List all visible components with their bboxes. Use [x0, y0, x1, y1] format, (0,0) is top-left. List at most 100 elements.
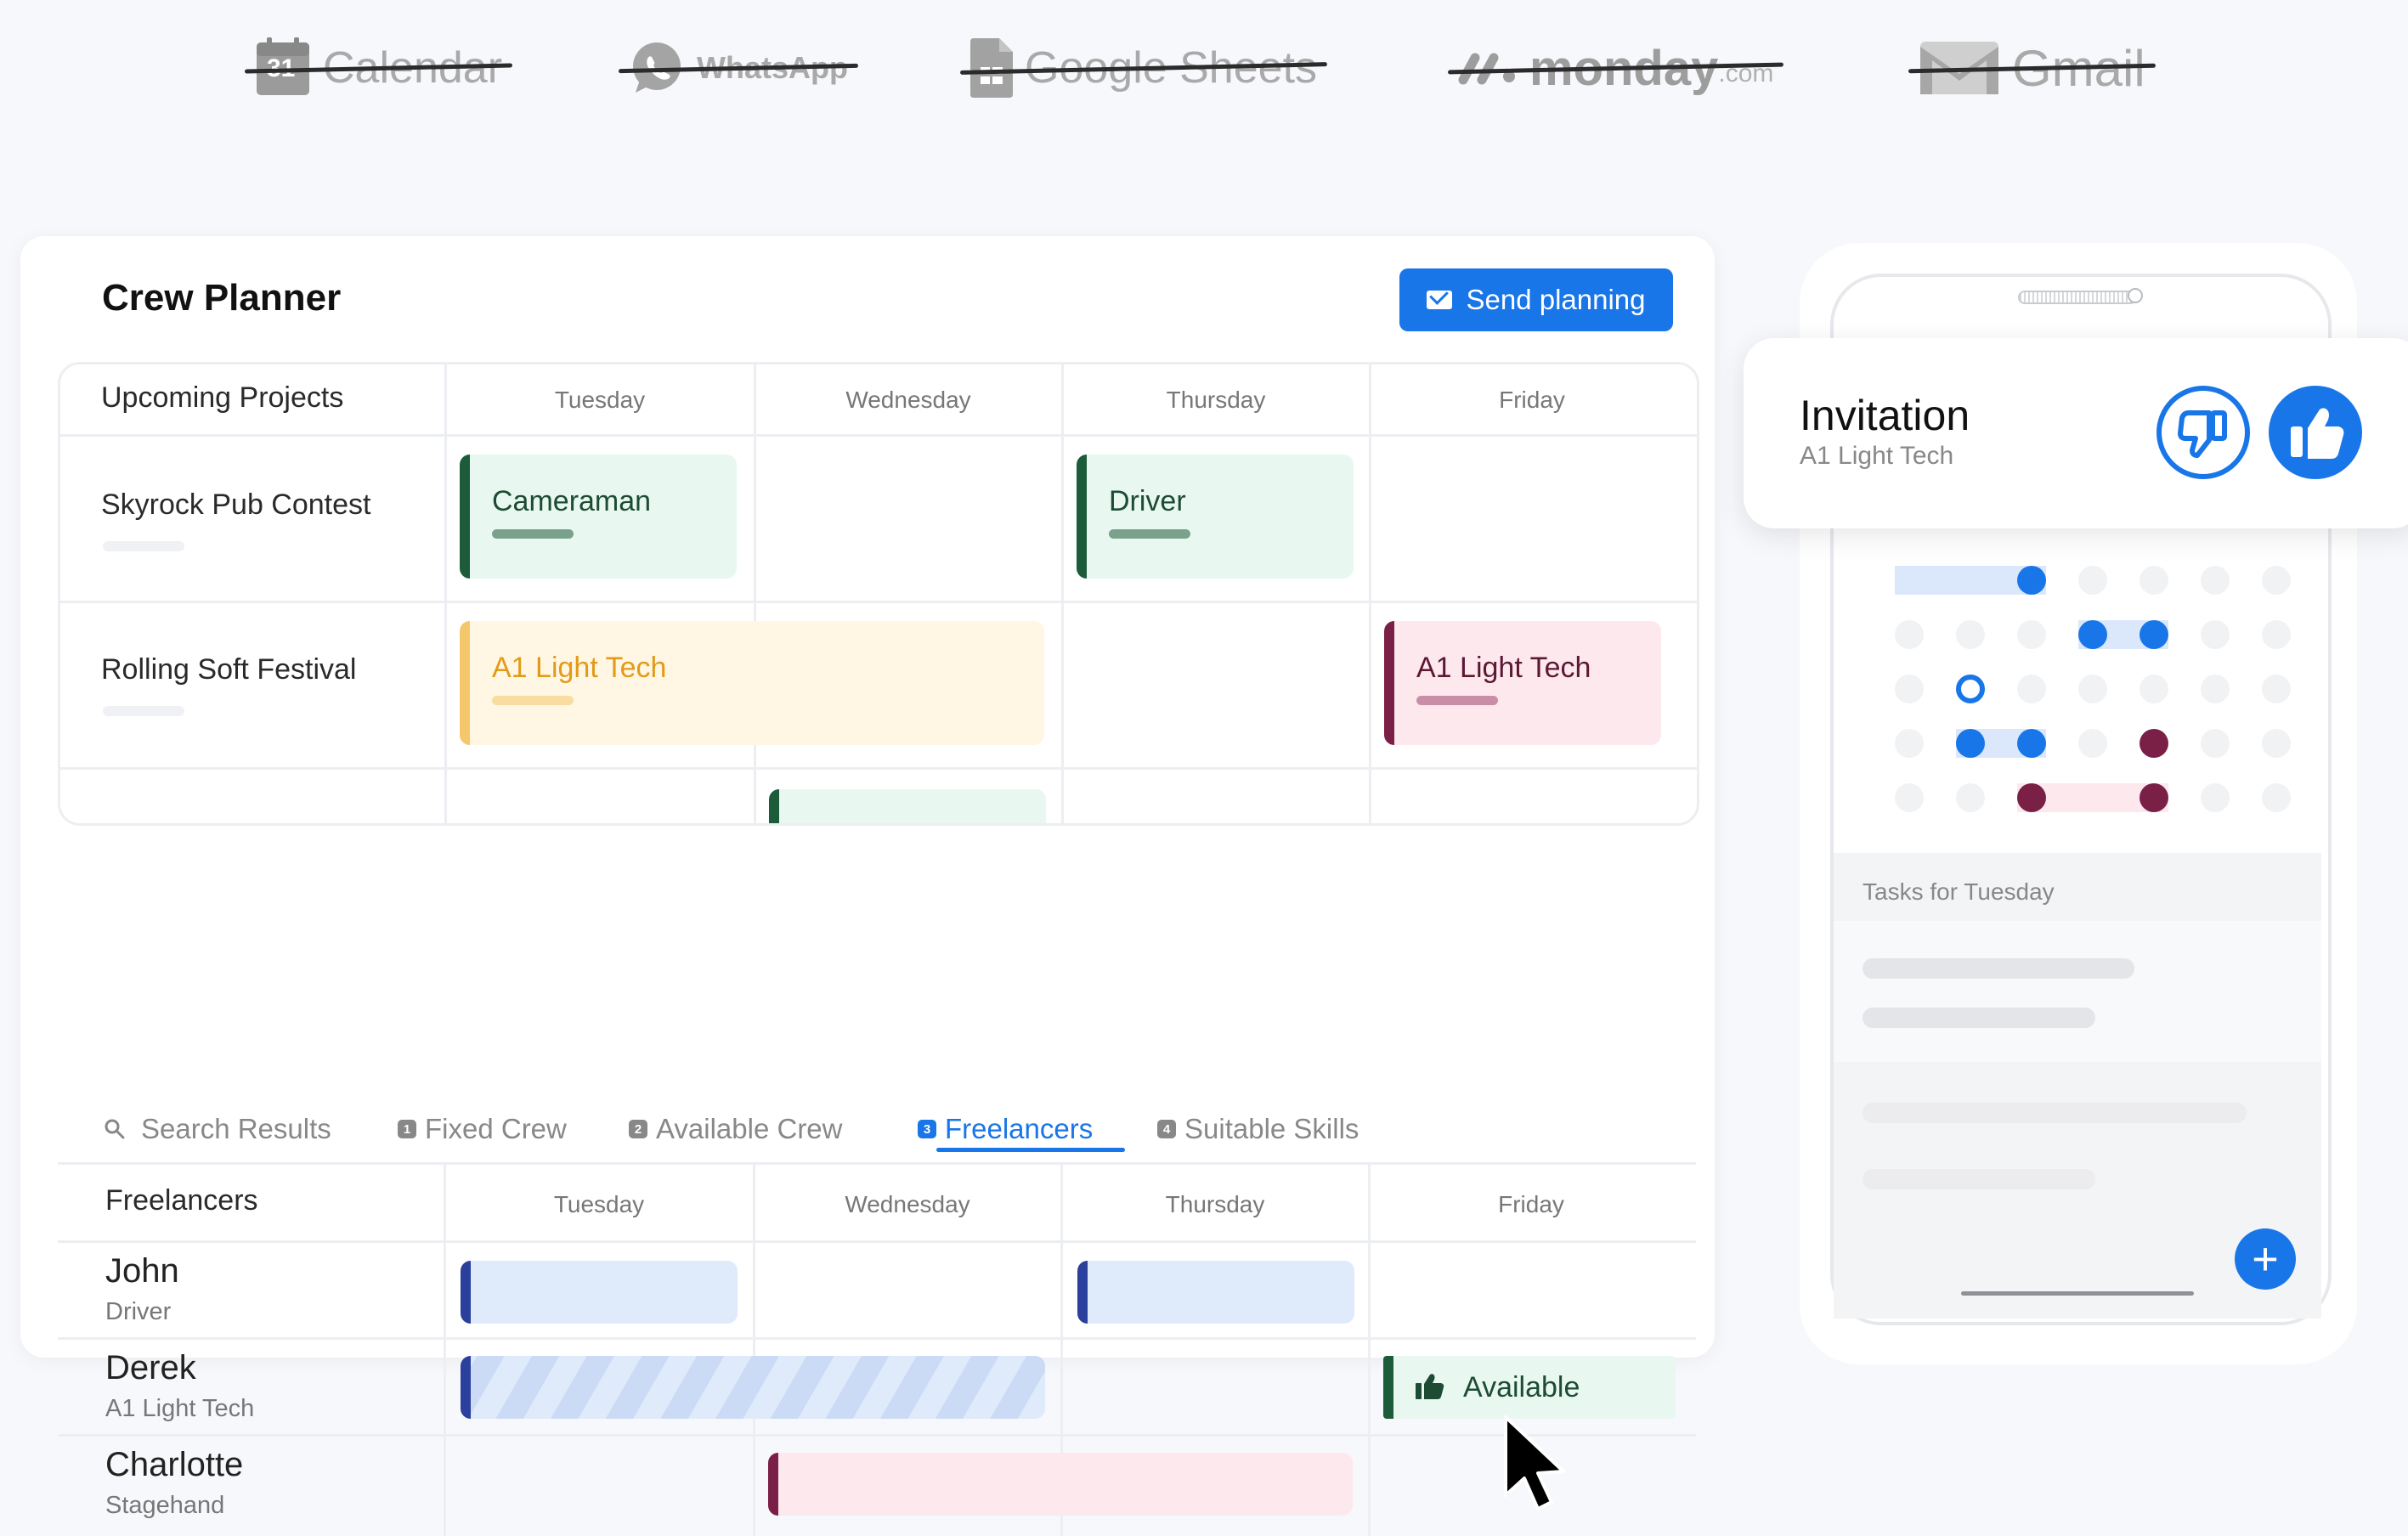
calendar-day-dot[interactable] [1956, 620, 1985, 649]
tab-label: Search Results [141, 1113, 331, 1144]
calendar-day-dot[interactable] [1956, 783, 1985, 812]
tab-badge: 4 [1157, 1120, 1176, 1138]
active-tab-indicator [936, 1148, 1125, 1152]
calendar-day-dot[interactable] [2201, 783, 2230, 812]
tab-fixed-crew[interactable]: 1 Fixed Crew [398, 1113, 567, 1145]
calendar-day-dot[interactable] [2262, 783, 2291, 812]
upcoming-projects-header: Upcoming Projects [101, 381, 344, 414]
thumbs-down-icon [2178, 410, 2227, 458]
task-label: Driver [1109, 485, 1186, 517]
whatsapp-logo: WhatsApp [618, 34, 859, 102]
tab-label: Freelancers [945, 1113, 1094, 1144]
calendar-day-dot[interactable] [2017, 620, 2046, 649]
phone-task-card[interactable] [1834, 921, 2321, 1062]
task-label: A1 Light Tech [1416, 652, 1591, 684]
calendar-day-dot[interactable] [1956, 729, 1985, 758]
calendar-day-dot[interactable] [1895, 675, 1924, 703]
invitation-subtitle: A1 Light Tech [1800, 442, 1954, 470]
calendar-day-dot[interactable] [2078, 566, 2107, 595]
john-tuesday-booking[interactable] [461, 1261, 738, 1324]
task-driver[interactable]: Driver [1077, 455, 1354, 579]
calendar-day-dot[interactable] [2140, 675, 2168, 703]
day-header-wednesday: Wednesday [845, 387, 971, 413]
monday-logo: monday .com [1447, 34, 1784, 102]
page-title: Crew Planner [102, 277, 342, 319]
freelancer-role: A1 Light Tech [105, 1395, 255, 1422]
tab-search-results[interactable]: Search Results [104, 1113, 331, 1145]
day-header-friday: Friday [1499, 387, 1565, 413]
available-label: Available [1463, 1371, 1580, 1403]
google-sheets-logo: Google Sheets [959, 34, 1328, 102]
calendar-day-dot[interactable] [2262, 566, 2291, 595]
freelancer-role: Driver [105, 1298, 172, 1325]
phone-home-indicator [1961, 1291, 2194, 1296]
day-header-tuesday: Tuesday [554, 387, 646, 413]
calendar-day-dot[interactable] [2078, 620, 2107, 649]
derek-available-slot[interactable]: Available [1383, 1356, 1676, 1419]
project-name: Skyrock Pub Contest [101, 488, 371, 521]
calendar-day-dot[interactable] [2017, 729, 2046, 758]
calendar-day-dot[interactable] [2078, 729, 2107, 758]
calendar-day-dot[interactable] [2262, 675, 2291, 703]
calendar-day-dot[interactable] [2201, 566, 2230, 595]
calendar-day-dot[interactable] [2262, 620, 2291, 649]
calendar-day-dot[interactable] [1895, 620, 1924, 649]
calendar-day-dot[interactable] [2017, 783, 2046, 812]
task-partial[interactable] [769, 789, 1046, 823]
tab-label: Available Crew [656, 1113, 843, 1144]
thumbs-up-icon [2291, 408, 2344, 459]
send-planning-label: Send planning [1466, 284, 1646, 315]
calendar-day-dot[interactable] [1895, 783, 1924, 812]
mail-icon [1427, 291, 1453, 309]
task-label: A1 Light Tech [492, 652, 667, 684]
calendar-day-dot[interactable] [2140, 729, 2168, 758]
calendar-day-dot[interactable] [2201, 620, 2230, 649]
decline-button[interactable] [2156, 386, 2250, 479]
freelancer-name: Charlotte [105, 1446, 244, 1483]
freelancer-day-thursday: Thursday [1165, 1191, 1265, 1217]
add-task-button[interactable]: + [2235, 1228, 2296, 1290]
thumbs-up-icon [1416, 1374, 1444, 1399]
projects-table: Upcoming Projects Tuesday Wednesday Thur… [58, 362, 1699, 826]
phone-camera [2128, 288, 2143, 303]
calendar-day-dot[interactable] [2140, 566, 2168, 595]
task-label: Cameraman [492, 485, 652, 517]
task-a1-light-tech-friday[interactable]: A1 Light Tech [1384, 621, 1661, 745]
tab-available-crew[interactable]: 2 Available Crew [629, 1113, 843, 1145]
derek-tentative-booking[interactable] [461, 1356, 1045, 1419]
task-a1-light-tech-tuesday[interactable]: A1 Light Tech [460, 621, 1044, 745]
project-name: Rolling Soft Festival [101, 653, 357, 686]
search-icon [105, 1119, 125, 1139]
charlotte-booking[interactable] [768, 1453, 1353, 1516]
freelancer-name: John [105, 1252, 179, 1290]
tab-suitable-skills[interactable]: 4 Suitable Skills [1157, 1113, 1359, 1145]
freelancer-name: Derek [105, 1349, 196, 1386]
gmail-logo: Gmail [1908, 34, 2156, 102]
sheets-icon [970, 38, 1013, 98]
john-thursday-booking[interactable] [1077, 1261, 1354, 1324]
tab-label: Fixed Crew [425, 1113, 567, 1144]
accept-button[interactable] [2269, 386, 2362, 479]
task-cameraman[interactable]: Cameraman [460, 455, 737, 579]
crew-planner-card: Crew Planner Send planning Upcoming Proj… [20, 236, 1715, 1536]
calendar-day-dot[interactable] [2262, 729, 2291, 758]
calendar-day-dot[interactable] [1956, 675, 1985, 703]
calendar-day-dot[interactable] [2201, 675, 2230, 703]
freelancers-header: Freelancers [105, 1184, 258, 1217]
invitation-popup: Invitation A1 Light Tech [1744, 338, 2408, 528]
freelancer-day-wednesday: Wednesday [845, 1191, 970, 1217]
calendar-day-dot[interactable] [2201, 729, 2230, 758]
calendar-day-dot[interactable] [2140, 783, 2168, 812]
tab-freelancers[interactable]: 3 Freelancers [918, 1113, 1093, 1145]
calendar-day-dot[interactable] [2017, 675, 2046, 703]
phone-tasks-title: Tasks for Tuesday [1863, 878, 2055, 905]
invitation-title: Invitation [1800, 392, 1970, 439]
freelancer-day-tuesday: Tuesday [553, 1191, 645, 1217]
calendar-day-dot[interactable] [2017, 566, 2046, 595]
calendar-day-dot[interactable] [2078, 675, 2107, 703]
freelancer-day-friday: Friday [1498, 1191, 1564, 1217]
calendar-day-dot[interactable] [1895, 729, 1924, 758]
calendar-day-dot[interactable] [2140, 620, 2168, 649]
send-planning-button[interactable]: Send planning [1399, 268, 1673, 331]
freelancer-role: Stagehand [105, 1492, 225, 1519]
